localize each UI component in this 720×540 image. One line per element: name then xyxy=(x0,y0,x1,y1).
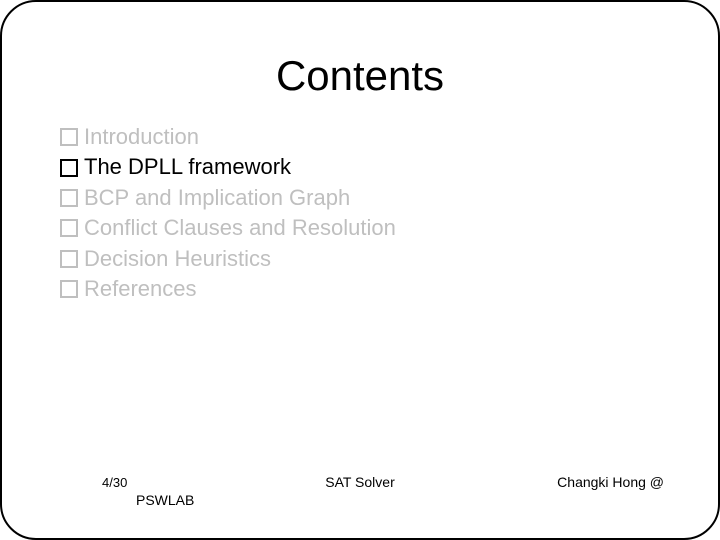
bullet-icon xyxy=(60,250,78,268)
contents-item: The DPLL framework xyxy=(60,154,668,180)
bullet-icon xyxy=(60,189,78,207)
slide-title: Contents xyxy=(52,52,668,100)
contents-item-label: References xyxy=(84,276,197,302)
contents-item-label: Introduction xyxy=(84,124,199,150)
bullet-icon xyxy=(60,128,78,146)
slide: Contents Introduction The DPLL framework B… xyxy=(0,0,720,540)
contents-item: References xyxy=(60,276,668,302)
footer-author: Changki Hong @ xyxy=(557,474,664,490)
contents-item-label: The DPLL framework xyxy=(84,154,291,180)
bullet-icon xyxy=(60,280,78,298)
contents-item-label: Decision Heuristics xyxy=(84,246,271,272)
contents-item-label: Conflict Clauses and Resolution xyxy=(84,215,396,241)
contents-item: Introduction xyxy=(60,124,668,150)
bullet-icon xyxy=(60,159,78,177)
contents-list: Introduction The DPLL framework BCP and Im… xyxy=(60,124,668,302)
bullet-icon xyxy=(60,219,78,237)
contents-item-label: BCP and Implication Graph xyxy=(84,185,350,211)
contents-item: Decision Heuristics xyxy=(60,246,668,272)
contents-item: Conflict Clauses and Resolution xyxy=(60,215,668,241)
contents-item: BCP and Implication Graph xyxy=(60,185,668,211)
footer-lab: PSWLAB xyxy=(136,492,194,508)
